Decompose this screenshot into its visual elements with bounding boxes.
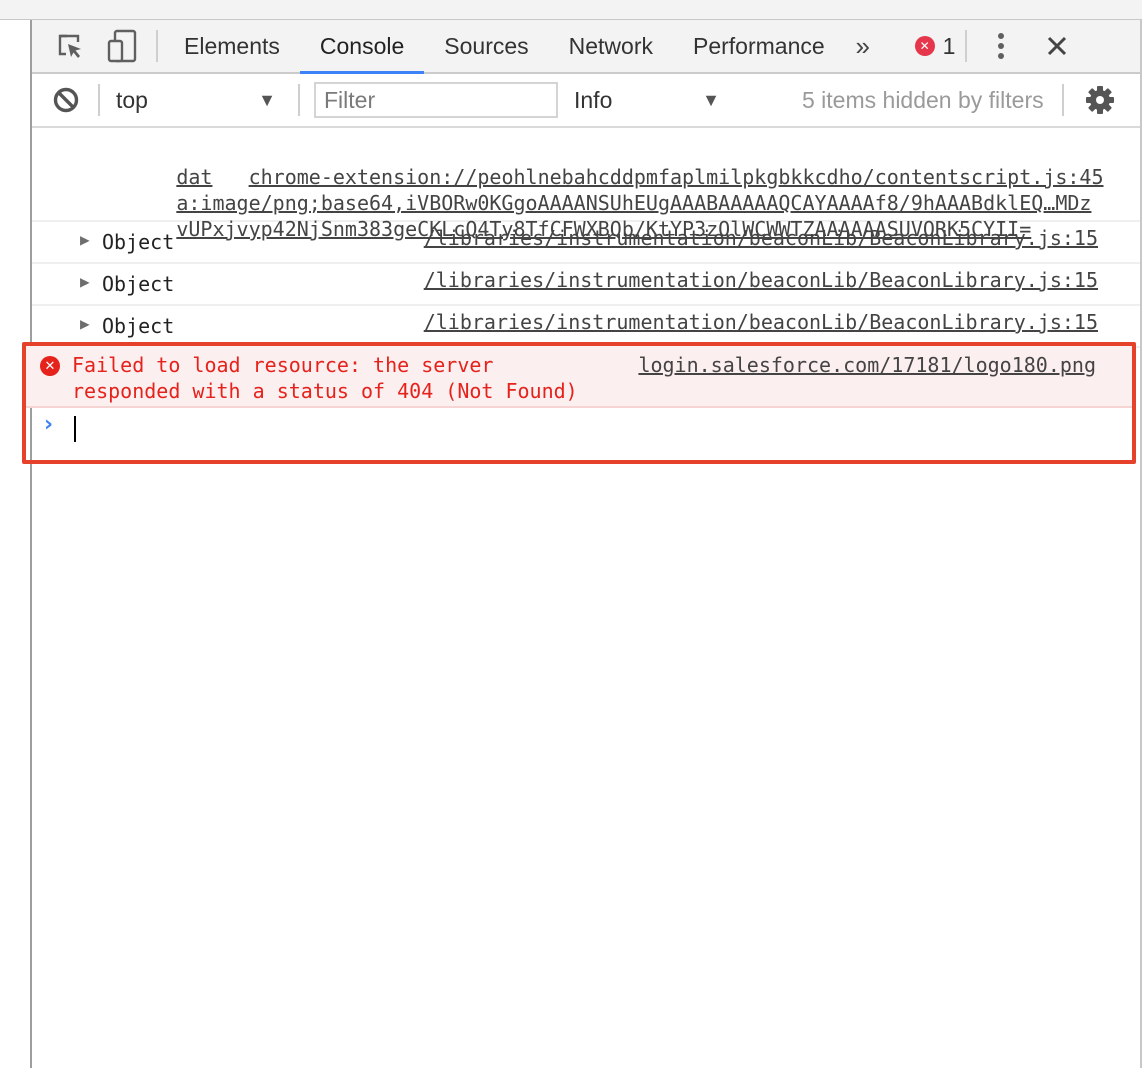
dropdown-caret-icon: ▼ [258,89,276,110]
hidden-items-count: 5 items hidden by filters [802,86,1044,113]
dropdown-caret-icon: ▼ [702,89,720,110]
console-message-object: ▶ Object /libraries/instrumentation/beac… [32,222,1142,264]
inspect-cursor-icon [58,34,81,58]
text-cursor [74,416,76,442]
log-level-value: Info [574,86,613,113]
block-clear-icon [53,87,79,113]
source-link[interactable]: /libraries/instrumentation/beaconLib/Bea… [424,308,1098,336]
console-settings-button[interactable] [1080,80,1120,120]
console-message-dataurl: dat chrome-extension://peohlnebahcddpmfa… [32,128,1142,241]
error-circle-icon: ✕ [914,36,935,56]
tab-label: Console [319,32,405,59]
tab-network[interactable]: Network [549,20,673,72]
source-link[interactable]: /libraries/instrumentation/beaconLib/Bea… [424,266,1098,294]
expand-triangle-icon[interactable]: ▶ [80,272,90,291]
tab-sources[interactable]: Sources [424,20,548,72]
highlight-box: ✕ Failed to load resource: the server re… [22,342,1136,464]
error-text-line2: responded with a status of 404 (Not Foun… [72,379,578,403]
device-mobile-icon [107,29,137,63]
expand-triangle-icon[interactable]: ▶ [80,230,90,249]
console-message-error: ✕ Failed to load resource: the server re… [26,346,1132,408]
expand-triangle-icon[interactable]: ▶ [80,314,90,333]
console-messages: dat chrome-extension://peohlnebahcddpmfa… [22,128,1142,464]
close-devtools-button[interactable] [1037,26,1077,66]
console-toolbar: top ▼ Info ▼ 5 items hidden by filters [32,74,1142,128]
tabbar-separator [156,30,158,62]
console-prompt[interactable]: › [26,408,1132,460]
close-icon [1048,36,1067,56]
context-selector[interactable]: top ▼ [116,87,276,114]
tab-label: Sources [444,32,529,59]
clear-console-button[interactable] [46,80,86,120]
customize-menu-button[interactable] [983,26,1019,66]
error-text-line1: Failed to load resource: the server [72,353,494,377]
error-source-link[interactable]: login.salesforce.com/17181/logo180.png [638,352,1096,378]
double-chevron-right-icon: » [855,30,870,61]
error-circle-icon: ✕ [40,356,60,376]
object-label[interactable]: Object [102,270,174,298]
devtools-tabbar: Elements Console Sources Network Perform… [32,20,1142,74]
browser-top-strip [0,0,1142,20]
page-content-area [0,20,30,1068]
toolbar-separator [1061,84,1064,116]
tabbar-separator [965,30,968,62]
gear-icon [1085,86,1114,114]
tab-elements[interactable]: Elements [164,20,300,72]
log-level-selector[interactable]: Info ▼ [574,87,720,114]
console-input[interactable] [78,408,1132,452]
toolbar-separator [98,84,100,116]
object-label[interactable]: Object [102,312,174,340]
device-toolbar-button[interactable] [102,26,142,66]
kebab-menu-icon [998,33,1005,59]
tab-console[interactable]: Console [299,20,425,74]
tab-label: Elements [184,32,280,59]
context-value: top [116,86,148,113]
tab-performance[interactable]: Performance [673,20,845,72]
devtools-panel: Elements Console Sources Network Perform… [22,20,1142,1068]
object-label[interactable]: Object [102,228,174,256]
inspect-element-button[interactable] [50,26,90,66]
tab-label: Network [568,32,653,59]
tab-label: Performance [693,32,825,59]
toolbar-separator [298,84,300,116]
filter-input[interactable] [314,82,558,118]
console-message-object: ▶ Object /libraries/instrumentation/beac… [32,264,1142,306]
error-counter[interactable]: ✕ 1 [914,32,956,60]
source-link[interactable]: /libraries/instrumentation/beaconLib/Bea… [424,224,1098,252]
prompt-chevron-icon: › [44,412,54,437]
more-tabs-button[interactable]: » [845,26,881,66]
error-count: 1 [942,32,956,59]
